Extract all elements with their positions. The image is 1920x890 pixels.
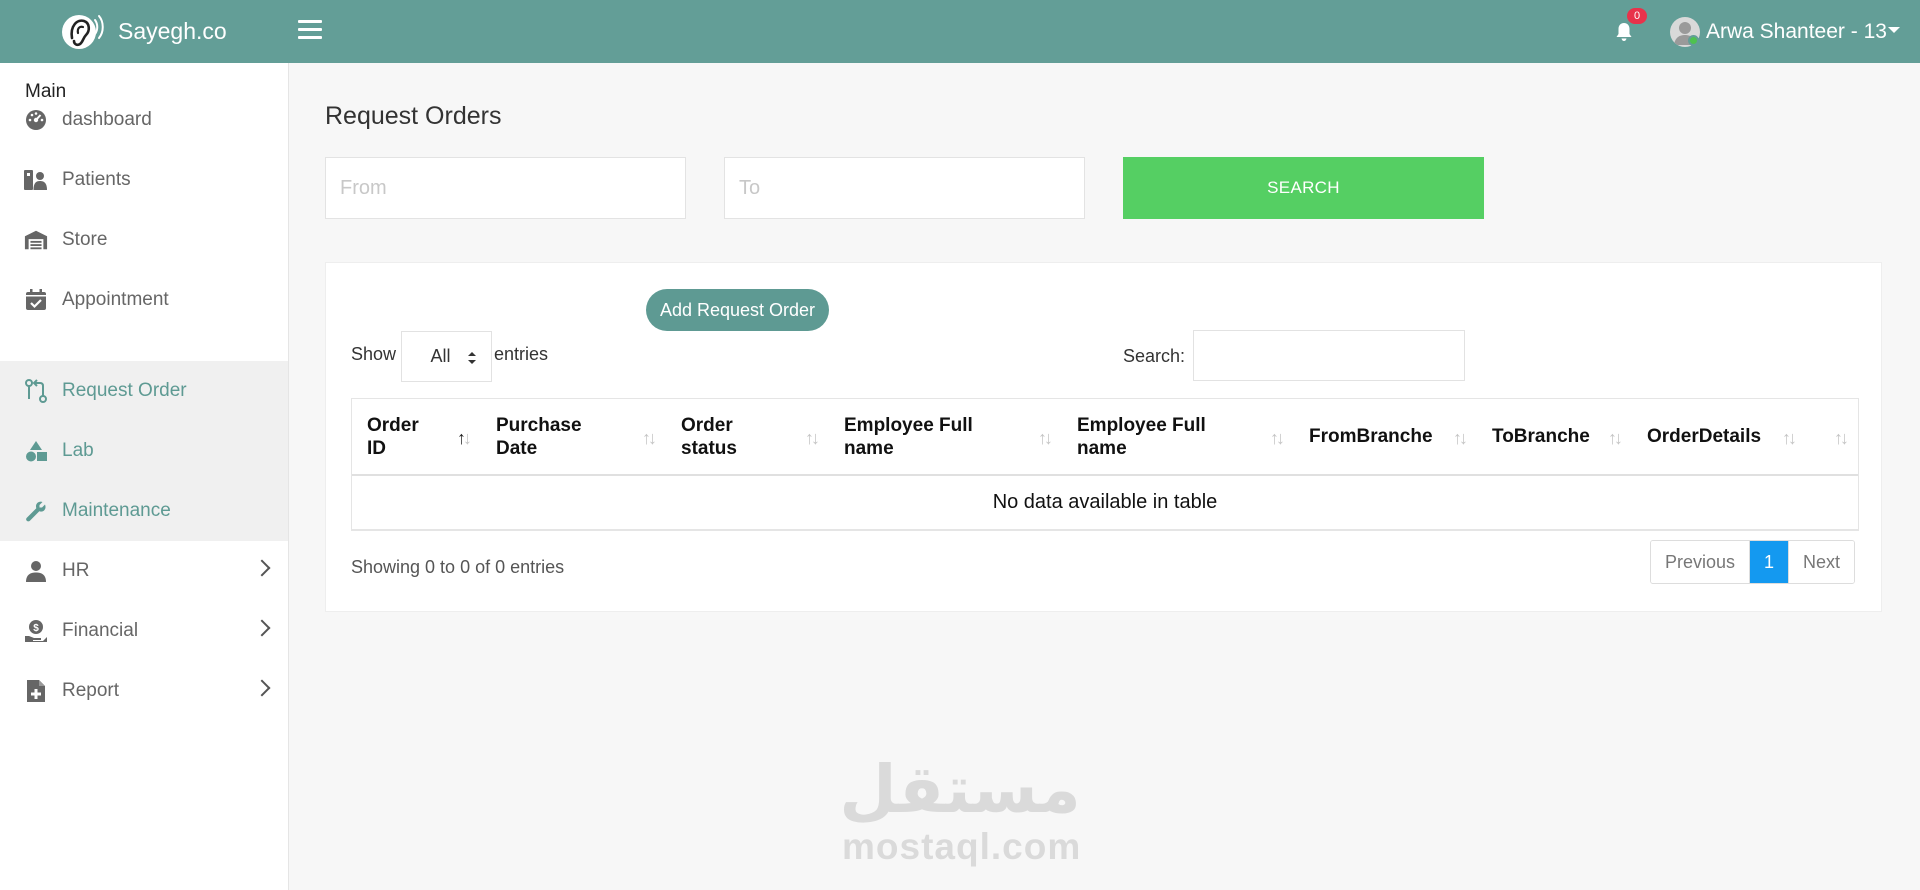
file-medical-icon (24, 679, 48, 703)
table-search-label: Search: (1123, 346, 1186, 366)
column-header-order-status[interactable]: Order status ↑↓ (666, 399, 829, 476)
sidebar-item-label: Financial (62, 620, 139, 641)
menu-toggle-icon[interactable] (298, 20, 322, 42)
sidebar-item-lab[interactable]: Lab (0, 421, 288, 481)
column-header-line: ToBranche (1492, 426, 1590, 447)
pagination: Previous 1 Next (1650, 540, 1856, 584)
show-label: Show (351, 344, 397, 364)
sidebar-item-maintenance[interactable]: Maintenance (0, 481, 288, 541)
user-icon (24, 559, 48, 583)
table-row: No data available in table (352, 475, 1858, 530)
watermark-arabic-text: مستقل (842, 751, 1078, 828)
top-navbar: Sayegh.co 0 Arwa Shanteer - 13 (0, 0, 1920, 63)
column-header-to-branche[interactable]: ToBranche ↑↓ (1477, 399, 1632, 476)
sort-icon: ↑↓ (1038, 427, 1053, 448)
entries-label: entries (494, 344, 549, 364)
orders-table: Order ID ↑↓ Purchase Date ↑↓ Order statu… (351, 398, 1859, 531)
svg-text:$: $ (33, 623, 39, 634)
table-header-row: Order ID ↑↓ Purchase Date ↑↓ Order statu… (352, 399, 1858, 476)
watermark-text: mostaql.com (842, 826, 1082, 867)
column-header-line: Employee Full (844, 414, 973, 436)
caret-down-icon[interactable] (1888, 27, 1900, 33)
length-select-value: All (430, 346, 451, 366)
column-header-from-branche[interactable]: FromBranche ↑↓ (1294, 399, 1477, 476)
sort-icon: ↑↓ (642, 427, 657, 448)
column-header-line: Employee Full (1077, 414, 1206, 436)
page-1-button[interactable]: 1 (1750, 541, 1789, 583)
chevron-right-icon (253, 559, 271, 577)
brand-name[interactable]: Sayegh.co (118, 18, 227, 45)
sidebar-item-label: Store (62, 229, 108, 250)
column-header-line: ID (367, 437, 386, 459)
sidebar-item-patients[interactable]: Patients (0, 150, 288, 210)
sidebar-item-label: Lab (62, 440, 94, 461)
column-header-line: name (844, 437, 894, 459)
wrench-icon (24, 499, 48, 523)
column-header-order-details[interactable]: OrderDetails ↑↓ (1632, 399, 1806, 476)
sort-icon: ↑↓ (1453, 427, 1468, 448)
table-info-text: Showing 0 to 0 of 0 entries (351, 557, 565, 577)
search-button[interactable]: SEARCH (1123, 157, 1484, 219)
user-name[interactable]: Arwa Shanteer - 13 (1706, 20, 1887, 44)
chevron-right-icon (253, 619, 271, 637)
sort-icon: ↑↓ (1270, 427, 1285, 448)
ear-logo-icon[interactable] (59, 8, 107, 56)
hand-coin-icon: $ (24, 619, 48, 643)
column-header-line: Order (367, 414, 419, 436)
sidebar-item-label: Request Order (62, 380, 187, 401)
route-icon (24, 379, 48, 403)
sidebar-item-label: dashboard (62, 109, 152, 130)
column-header-line: Order (681, 414, 733, 436)
watermark-logo: مستقل (842, 751, 1078, 828)
column-header-line: FromBranche (1309, 426, 1433, 447)
orders-card: Add Request Order Show All entries Searc… (325, 262, 1882, 612)
sidebar-item-label: Maintenance (62, 500, 171, 521)
chevron-right-icon (253, 679, 271, 697)
next-page-button[interactable]: Next (1788, 541, 1855, 583)
to-date-input[interactable] (724, 157, 1085, 219)
column-header-line: Purchase (496, 414, 582, 436)
column-header-actions[interactable]: ↑↓ (1806, 399, 1858, 476)
column-header-employee-full-name[interactable]: Employee Full name ↑↓ (1062, 399, 1294, 476)
sidebar-item-request-order[interactable]: Request Order (0, 361, 288, 421)
entries-length-select[interactable]: All (401, 331, 492, 382)
column-header-line: OrderDetails (1647, 426, 1762, 447)
table-search-input[interactable] (1193, 330, 1465, 381)
select-arrows-icon (468, 352, 476, 364)
page-title: Request Orders (325, 102, 502, 130)
sidebar-item-appointment[interactable]: Appointment (0, 270, 288, 330)
sidebar-item-label: HR (62, 560, 90, 581)
sort-asc-icon: ↑↓ (457, 427, 472, 448)
sidebar: Main dashboard Patients Store Appointmen… (0, 63, 289, 890)
column-header-purchase-date[interactable]: Purchase Date ↑↓ (481, 399, 666, 476)
sidebar-item-dashboard[interactable]: dashboard (0, 90, 288, 150)
column-header-line: Date (496, 437, 538, 459)
sort-icon: ↑↓ (1834, 427, 1849, 448)
sort-icon: ↑↓ (805, 427, 820, 448)
sidebar-item-financial[interactable]: $ Financial (0, 601, 288, 661)
sidebar-item-label: Patients (62, 169, 131, 190)
patients-icon (24, 168, 48, 192)
column-header-line: status (681, 437, 737, 459)
sidebar-item-label: Report (62, 680, 120, 701)
sort-icon: ↑↓ (1608, 427, 1623, 448)
column-header-order-id[interactable]: Order ID ↑↓ (352, 399, 481, 476)
column-header-line: name (1077, 437, 1127, 459)
sidebar-item-hr[interactable]: HR (0, 541, 288, 601)
online-status-dot (1688, 35, 1699, 46)
calendar-check-icon (24, 288, 48, 312)
from-date-input[interactable] (325, 157, 686, 219)
previous-page-button[interactable]: Previous (1651, 541, 1751, 583)
sidebar-item-report[interactable]: Report (0, 661, 288, 721)
sidebar-item-label: Appointment (62, 289, 169, 310)
warehouse-icon (24, 228, 48, 252)
shapes-icon (24, 439, 48, 463)
notification-badge: 0 (1627, 8, 1647, 24)
empty-table-message: No data available in table (352, 475, 1858, 530)
dashboard-icon (24, 108, 48, 132)
add-request-order-button[interactable]: Add Request Order (646, 289, 829, 331)
sidebar-item-store[interactable]: Store (0, 210, 288, 270)
sort-icon: ↑↓ (1782, 427, 1797, 448)
column-header-employee-full-name[interactable]: Employee Full name ↑↓ (829, 399, 1062, 476)
